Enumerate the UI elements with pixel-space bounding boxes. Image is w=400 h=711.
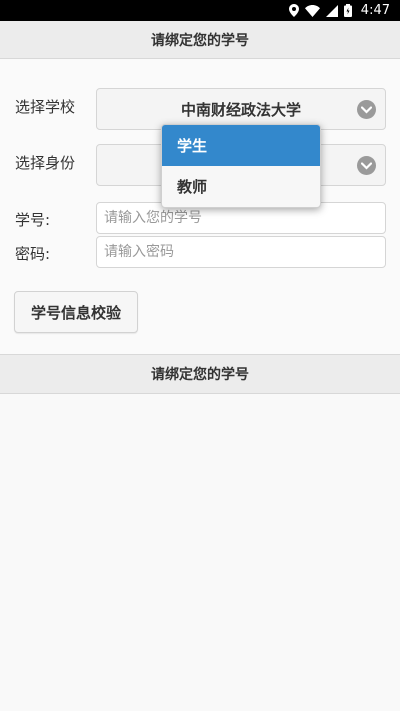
wifi-icon <box>304 4 320 17</box>
empty-content-area <box>0 394 400 711</box>
app-screen: 4:47 请绑定您的学号 选择学校 中南财经政法大学 选择身份 学号: 密码: … <box>0 0 400 711</box>
status-time: 4:47 <box>360 3 390 18</box>
school-select-value: 中南财经政法大学 <box>180 100 301 119</box>
battery-icon <box>343 4 352 17</box>
chevron-down-icon <box>357 100 376 119</box>
identity-label: 选择身份 <box>15 154 76 172</box>
dropdown-option-teacher[interactable]: 教师 <box>162 166 320 207</box>
password-input[interactable] <box>96 236 386 268</box>
chevron-down-icon <box>357 156 376 175</box>
location-icon <box>288 4 299 17</box>
page-title: 请绑定您的学号 <box>0 21 400 59</box>
footer-title: 请绑定您的学号 <box>0 354 400 394</box>
status-bar: 4:47 <box>0 0 400 21</box>
identity-dropdown-menu: 学生 教师 <box>161 124 321 208</box>
dropdown-option-student[interactable]: 学生 <box>162 125 320 166</box>
student-id-label: 学号: <box>15 211 51 229</box>
signal-icon <box>325 4 338 17</box>
password-label: 密码: <box>15 245 51 263</box>
school-label: 选择学校 <box>15 98 76 116</box>
verify-student-id-button[interactable]: 学号信息校验 <box>14 291 138 333</box>
